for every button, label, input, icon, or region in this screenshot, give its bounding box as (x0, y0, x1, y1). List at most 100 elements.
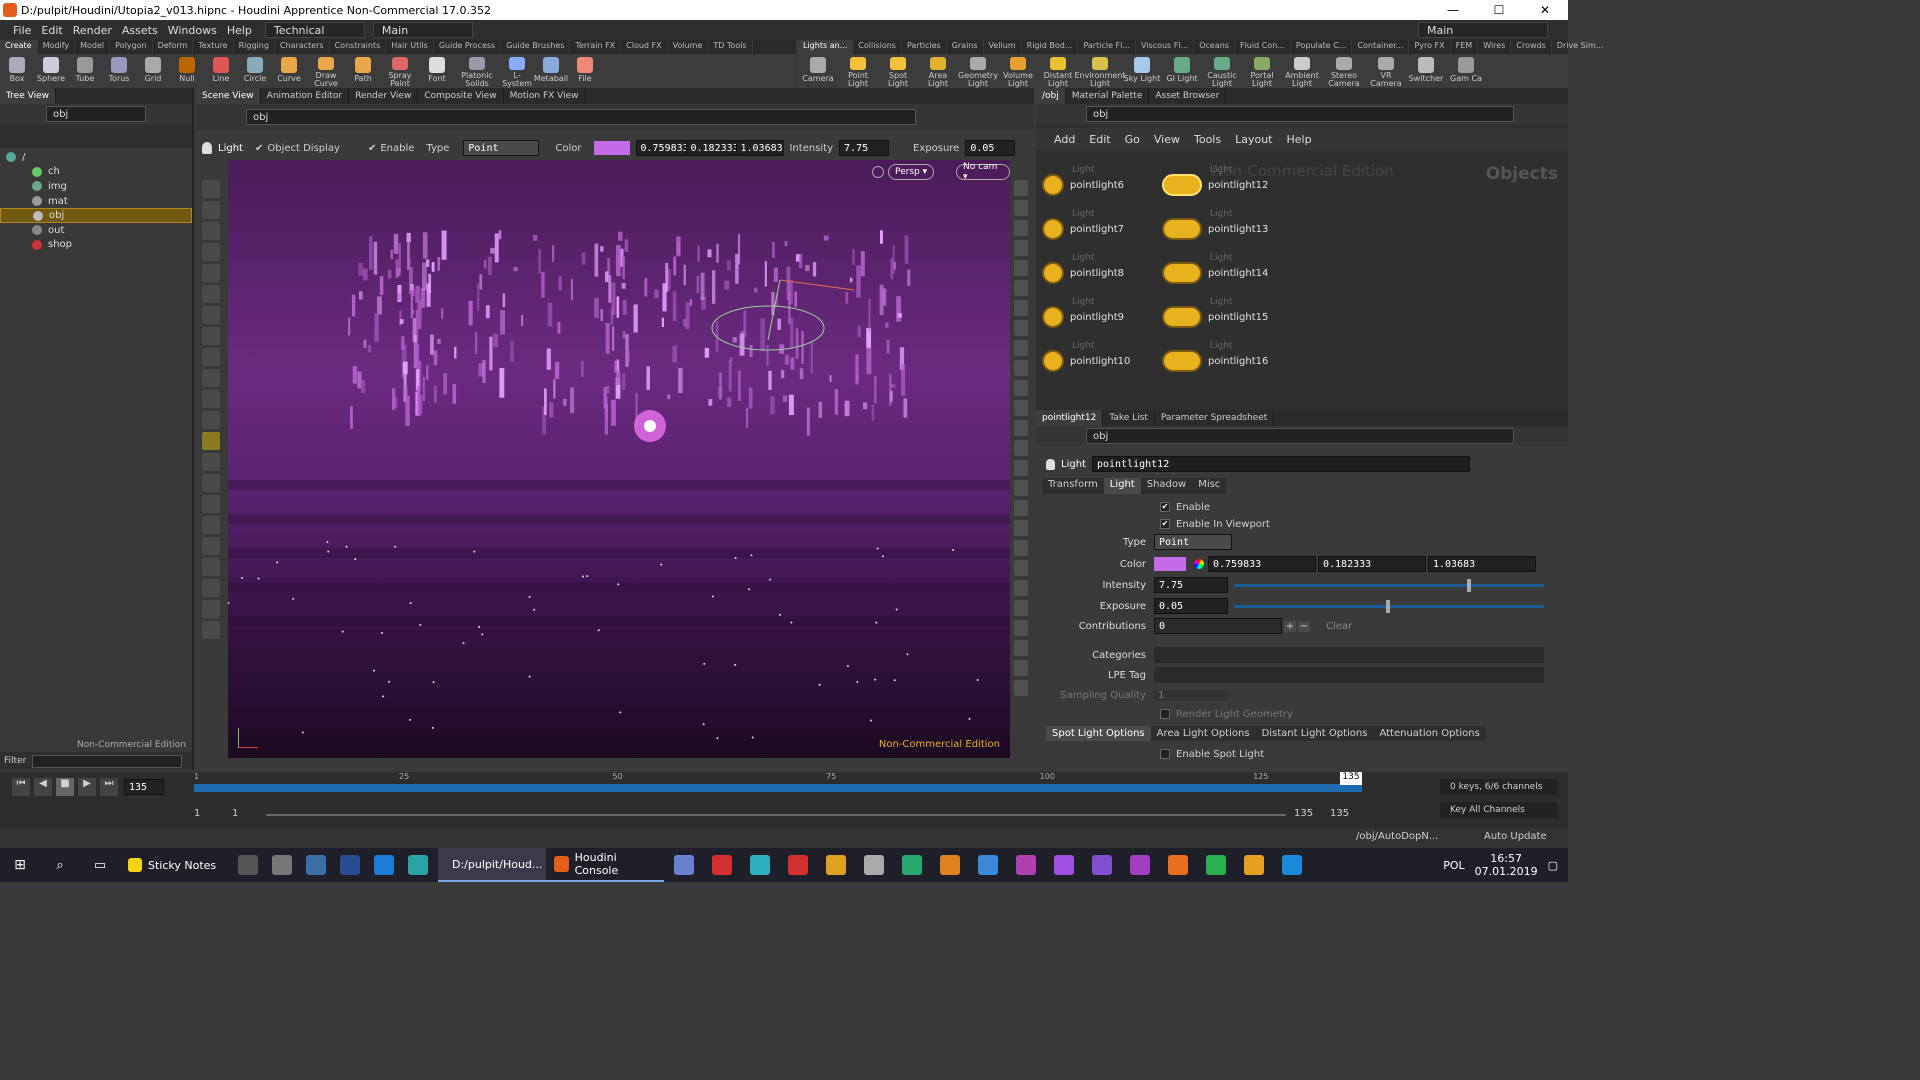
tab-take-list[interactable]: Take List (1103, 410, 1155, 426)
viewport-tool-3[interactable] (202, 222, 220, 240)
clear-button[interactable]: Clear (1326, 621, 1352, 632)
shelf-tool-file[interactable]: File (568, 54, 602, 88)
shelf-tab-guide-brushes[interactable]: Guide Brushes (501, 40, 571, 54)
remove-contribution-button[interactable]: − (1298, 620, 1310, 632)
network-path-field[interactable]: obj (1086, 106, 1514, 122)
right-desktop-selector[interactable]: Main (1418, 22, 1548, 38)
color-r-param[interactable]: 0.759833 (1208, 556, 1316, 572)
viewport-tool-14[interactable] (202, 453, 220, 471)
display-option-1[interactable] (1014, 180, 1028, 196)
taskbar-sticky-notes[interactable]: Sticky Notes (120, 848, 228, 882)
pinned-app-icon-11[interactable] (1054, 855, 1074, 875)
viewport-tool-12[interactable] (202, 411, 220, 429)
menu-edit[interactable]: Edit (36, 24, 67, 37)
shelf-tab-lights-an[interactable]: Lights an... (798, 40, 854, 54)
display-option-20[interactable] (1014, 560, 1028, 576)
shelf-tab-volume[interactable]: Volume (668, 40, 709, 54)
contributions-field[interactable]: 0 (1154, 618, 1282, 634)
pinned-app-icon-17[interactable] (1282, 855, 1302, 875)
viewport-tool-11[interactable] (202, 390, 220, 408)
pinned-app-icon-10[interactable] (1016, 855, 1036, 875)
status-path[interactable]: /obj/AutoDopN... (1356, 831, 1438, 842)
viewport-tool-10[interactable] (202, 369, 220, 387)
shelf-tool-line[interactable]: Line (204, 54, 238, 88)
shelf-tab-oceans[interactable]: Oceans (1194, 40, 1235, 54)
key-all-channels[interactable]: Key All Channels (1440, 802, 1558, 818)
shelf-tool-distant-light[interactable]: Distant Light (1038, 54, 1078, 88)
pinned-app-icon-15[interactable] (1206, 855, 1226, 875)
viewport-tool-15[interactable] (202, 474, 220, 492)
shelf-tool-sky-light[interactable]: Sky Light (1122, 54, 1162, 88)
tree-item-mat[interactable]: mat (0, 194, 192, 209)
viewport-tool-20[interactable] (202, 579, 220, 597)
viewport-tool-4[interactable] (202, 243, 220, 261)
enable-checkbox[interactable]: ✔ (1160, 502, 1170, 512)
render-geo-checkbox[interactable] (1160, 709, 1170, 719)
display-option-6[interactable] (1014, 280, 1028, 296)
pinned-app-icon-3[interactable] (750, 855, 770, 875)
display-option-19[interactable] (1014, 540, 1028, 556)
shelf-tab-rigging[interactable]: Rigging (234, 40, 275, 54)
task-view-icon[interactable]: ▭ (80, 858, 120, 873)
shelf-tool-grid[interactable]: Grid (136, 54, 170, 88)
scene-path-field[interactable]: obj (246, 109, 916, 125)
search-icon[interactable]: ⌕ (40, 858, 80, 873)
viewport-tool-6[interactable] (202, 285, 220, 303)
display-option-25[interactable] (1014, 660, 1028, 676)
intensity-slider-knob[interactable] (1466, 578, 1471, 592)
folder-transform[interactable]: Transform (1042, 478, 1104, 494)
language-indicator[interactable]: POL (1443, 859, 1464, 872)
shelf-tool-vr-camera[interactable]: VR Camera (1366, 54, 1406, 88)
shelf-tool-ambient-light[interactable]: Ambient Light (1282, 54, 1322, 88)
net-menu-go[interactable]: Go (1125, 133, 1140, 146)
pinned-app-icon-1[interactable] (674, 855, 694, 875)
tab-parameter-spreadsheet[interactable]: Parameter Spreadsheet (1155, 410, 1275, 426)
tree-item-obj[interactable]: obj (0, 208, 192, 223)
current-frame-marker[interactable]: 135 (1340, 772, 1362, 785)
viewport-tool-13[interactable] (202, 432, 220, 450)
param-path-field[interactable]: obj (1086, 428, 1514, 444)
pinned-app-icon-14[interactable] (1168, 855, 1188, 875)
tab-render-view[interactable]: Render View (349, 88, 419, 104)
light-gizmo[interactable] (711, 305, 825, 351)
clock[interactable]: 16:57 07.01.2019 (1475, 852, 1538, 878)
tab-animation-editor[interactable]: Animation Editor (261, 88, 350, 104)
enable-label[interactable]: Enable (380, 143, 414, 154)
intensity-param-field[interactable]: 7.75 (1154, 577, 1228, 593)
shelf-tool-stereo-camera[interactable]: Stereo Camera (1322, 54, 1366, 88)
exposure-slider-knob[interactable] (1385, 599, 1390, 613)
shelf-tool-portal-light[interactable]: Portal Light (1242, 54, 1282, 88)
shelf-tool-metaball[interactable]: Metaball (534, 54, 568, 88)
intensity-field[interactable]: 7.75 (839, 140, 890, 156)
pinned-app-icon-12[interactable] (1092, 855, 1112, 875)
tab-attenuation-options[interactable]: Attenuation Options (1373, 726, 1486, 741)
shelf-tab-wires[interactable]: Wires (1478, 40, 1512, 54)
node-pointlight7[interactable]: Light pointlight7 (1042, 209, 1124, 240)
shelf-tool-font[interactable]: Font (420, 54, 454, 88)
shelf-tab-characters[interactable]: Characters (275, 40, 330, 54)
viewport-tool-16[interactable] (202, 495, 220, 513)
display-option-9[interactable] (1014, 340, 1028, 356)
display-option-12[interactable] (1014, 400, 1028, 416)
php-icon[interactable] (272, 855, 292, 875)
exposure-field[interactable]: 0.05 (965, 140, 1016, 156)
menu-render[interactable]: Render (68, 24, 117, 37)
color-b-param[interactable]: 1.03683 (1428, 556, 1536, 572)
notification-icon[interactable]: ▢ (1548, 859, 1558, 872)
viewport-tool-9[interactable] (202, 348, 220, 366)
color-swatch[interactable] (593, 141, 630, 155)
display-option-26[interactable] (1014, 680, 1028, 696)
categories-field[interactable] (1154, 647, 1544, 663)
net-menu-help[interactable]: Help (1287, 133, 1312, 146)
viewport-tool-1[interactable] (202, 180, 220, 198)
display-option-8[interactable] (1014, 320, 1028, 336)
shelf-tool-spot-light[interactable]: Spot Light (878, 54, 918, 88)
menu-help[interactable]: Help (222, 24, 257, 37)
display-option-2[interactable] (1014, 200, 1028, 216)
shelf-tab-guide-process[interactable]: Guide Process (434, 40, 502, 54)
viewport-tool-7[interactable] (202, 306, 220, 324)
type-dropdown[interactable]: Point (463, 140, 540, 156)
play-button[interactable]: ▶ (78, 778, 96, 796)
maya-icon[interactable] (408, 855, 428, 875)
shelf-tab-particle-fl[interactable]: Particle Fl... (1078, 40, 1136, 54)
